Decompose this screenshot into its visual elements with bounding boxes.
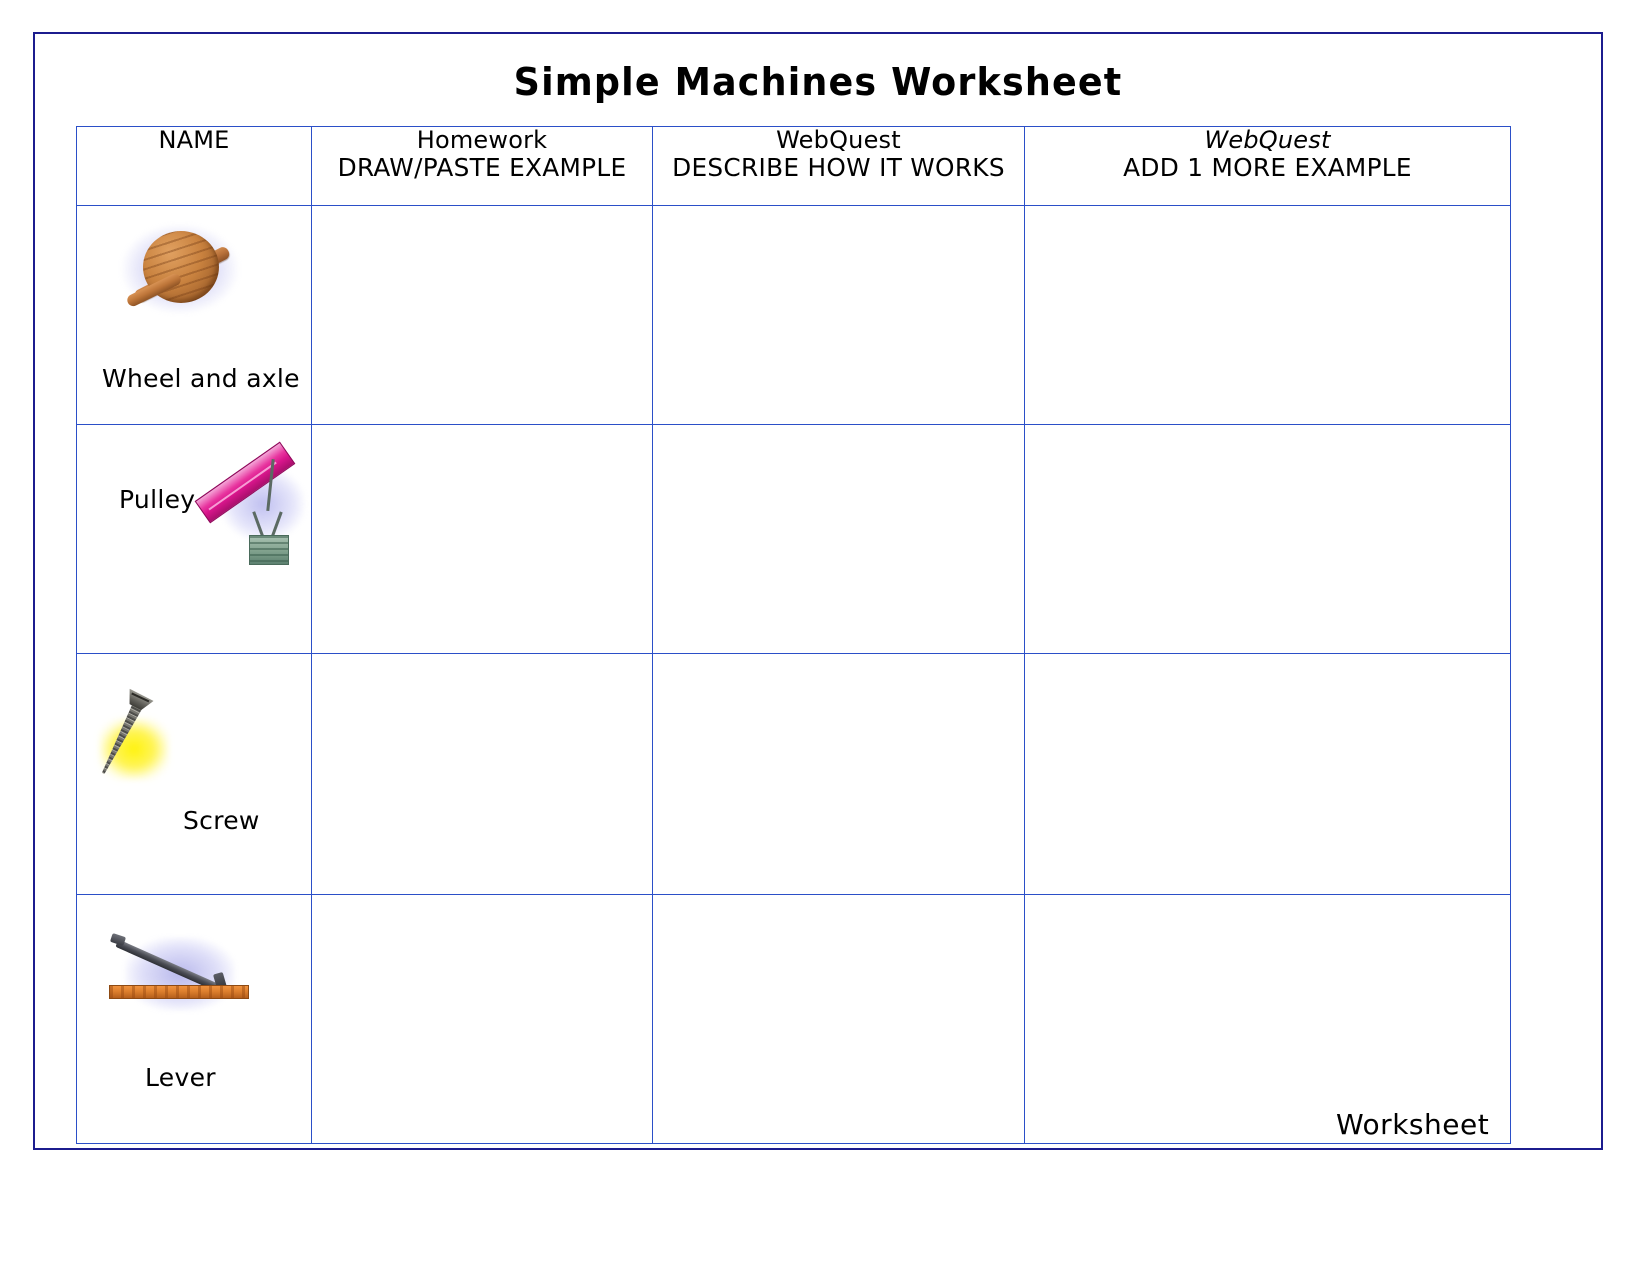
page-title: Simple Machines Worksheet bbox=[513, 60, 1123, 104]
worksheet-page: Simple Machines Worksheet NAME Homework … bbox=[0, 0, 1650, 1275]
column-header-name: NAME bbox=[76, 126, 312, 206]
column-header-homework-line1: Homework bbox=[416, 126, 548, 154]
lever-crowbar-tip bbox=[109, 933, 127, 946]
homework-cell-wheel-and-axle[interactable] bbox=[311, 205, 653, 425]
column-header-webquest-describe: WebQuest DESCRIBE HOW IT WORKS bbox=[652, 126, 1025, 206]
column-header-webquest-example: WebQuest ADD 1 MORE EXAMPLE bbox=[1024, 126, 1511, 206]
lever-plank bbox=[109, 985, 249, 999]
column-header-homework: Homework DRAW/PASTE EXAMPLE bbox=[311, 126, 653, 206]
table-row: Lever bbox=[76, 894, 1511, 1144]
table-row: Screw bbox=[76, 653, 1511, 895]
table-row: Pulley bbox=[76, 424, 1511, 654]
name-cell-lever: Lever bbox=[76, 894, 312, 1144]
column-header-webquest-example-line1: WebQuest bbox=[1204, 126, 1331, 154]
describe-cell-pulley[interactable] bbox=[652, 424, 1025, 654]
machine-label-lever: Lever bbox=[145, 1063, 216, 1092]
column-header-webquest-describe-line2: DESCRIBE HOW IT WORKS bbox=[672, 152, 1005, 182]
machine-label-wheel-and-axle: Wheel and axle bbox=[102, 364, 300, 393]
table-row: Wheel and axle bbox=[76, 205, 1511, 425]
homework-cell-lever[interactable] bbox=[311, 894, 653, 1144]
extra-example-cell-pulley[interactable] bbox=[1024, 424, 1511, 654]
column-header-name-label: NAME bbox=[158, 126, 230, 154]
pulley-bucket bbox=[249, 535, 289, 565]
lever-icon bbox=[105, 923, 255, 1023]
describe-cell-lever[interactable] bbox=[652, 894, 1025, 1144]
extra-example-cell-lever[interactable] bbox=[1024, 894, 1511, 1144]
name-cell-wheel-and-axle: Wheel and axle bbox=[76, 205, 312, 425]
name-cell-screw: Screw bbox=[76, 653, 312, 895]
extra-example-cell-screw[interactable] bbox=[1024, 653, 1511, 895]
pulley-icon bbox=[194, 441, 305, 571]
machine-label-screw: Screw bbox=[183, 806, 260, 835]
machine-label-pulley: Pulley bbox=[119, 485, 196, 514]
screw-glow bbox=[99, 718, 169, 780]
footer-note: Worksheet bbox=[1336, 1108, 1490, 1141]
homework-cell-screw[interactable] bbox=[311, 653, 653, 895]
column-header-webquest-describe-line1: WebQuest bbox=[776, 126, 901, 154]
simple-machines-table: NAME Homework DRAW/PASTE EXAMPLE WebQues… bbox=[76, 126, 1511, 1144]
column-header-webquest-example-line2: ADD 1 MORE EXAMPLE bbox=[1123, 152, 1412, 182]
describe-cell-wheel-and-axle[interactable] bbox=[652, 205, 1025, 425]
name-cell-pulley: Pulley bbox=[76, 424, 312, 654]
column-header-homework-line2: DRAW/PASTE EXAMPLE bbox=[337, 152, 627, 182]
extra-example-cell-wheel-and-axle[interactable] bbox=[1024, 205, 1511, 425]
homework-cell-pulley[interactable] bbox=[311, 424, 653, 654]
screw-icon bbox=[97, 684, 217, 794]
describe-cell-screw[interactable] bbox=[652, 653, 1025, 895]
wheel-and-axle-icon bbox=[117, 212, 247, 322]
table-header-row: NAME Homework DRAW/PASTE EXAMPLE WebQues… bbox=[76, 126, 1511, 206]
